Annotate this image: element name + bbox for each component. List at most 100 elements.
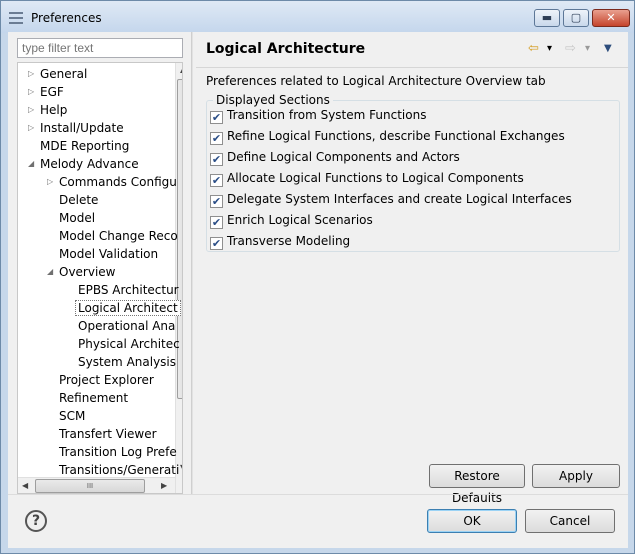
- tree-item-label: SCM: [59, 409, 86, 423]
- expand-arrow-icon[interactable]: ▷: [28, 83, 38, 101]
- tree-item[interactable]: ▷ Commands Configu: [47, 173, 177, 191]
- tree-item[interactable]: Model Validation: [59, 245, 158, 263]
- tree-item-label: Delete: [59, 193, 99, 207]
- tree-item-label: Operational Ana: [78, 319, 176, 333]
- panel-splitter[interactable]: [191, 32, 193, 494]
- dialog-client-area: ▲ ▼ ◀ III ▶ ▷General▷EGF▷Help▷Install/Up…: [8, 32, 628, 548]
- cancel-button[interactable]: Cancel: [525, 509, 615, 533]
- tree-item[interactable]: Logical Architect: [75, 299, 181, 317]
- collapse-arrow-icon[interactable]: ◢: [47, 263, 57, 281]
- collapse-arrow-icon[interactable]: ◢: [28, 155, 38, 173]
- close-button[interactable]: ✕: [592, 9, 630, 27]
- tree-item[interactable]: Model Change Reco: [59, 227, 178, 245]
- tree-item-label: Project Explorer: [59, 373, 154, 387]
- filter-input[interactable]: [17, 38, 183, 58]
- preferences-window: Preferences ▬ ▢ ✕ ▲ ▼ ◀ III ▶ ▷General▷E…: [0, 0, 635, 554]
- scroll-down-arrow-icon[interactable]: ▼: [180, 463, 182, 472]
- tree-item[interactable]: Delete: [59, 191, 98, 209]
- section-label: Refine Logical Functions, describe Funct…: [227, 129, 565, 143]
- section-label: Allocate Logical Functions to Logical Co…: [227, 171, 524, 185]
- tree-item-label: Transfert Viewer: [59, 427, 157, 441]
- tree-item[interactable]: ▷ Install/Update: [28, 119, 124, 137]
- preference-tree: ▲ ▼ ◀ III ▶ ▷General▷EGF▷Help▷Install/Up…: [17, 62, 183, 494]
- checkbox[interactable]: ✔: [210, 111, 223, 124]
- ok-button[interactable]: OK: [427, 509, 517, 533]
- scroll-up-arrow-icon[interactable]: ▲: [180, 65, 182, 74]
- back-history-chevron-down-icon[interactable]: ▾: [547, 43, 552, 54]
- view-menu-icon[interactable]: ▼: [604, 43, 612, 54]
- section-checkbox-row[interactable]: ✔ Refine Logical Functions, describe Func…: [210, 127, 565, 145]
- title-bar[interactable]: Preferences ▬ ▢ ✕: [1, 1, 634, 33]
- checkbox[interactable]: ✔: [210, 195, 223, 208]
- section-label: Transition from System Functions: [227, 108, 427, 122]
- expand-arrow-icon[interactable]: ▷: [28, 119, 38, 137]
- tree-horizontal-scroll-thumb[interactable]: III: [35, 479, 145, 493]
- checkbox[interactable]: ✔: [210, 153, 223, 166]
- window-title: Preferences: [31, 11, 102, 25]
- tree-item-label: Melody Advance: [40, 157, 139, 171]
- forward-history-chevron-down-icon[interactable]: ▾: [585, 43, 590, 54]
- tree-item[interactable]: ◢ Overview: [47, 263, 116, 281]
- section-checkbox-row[interactable]: ✔ Enrich Logical Scenarios: [210, 211, 373, 229]
- tree-item[interactable]: Model: [59, 209, 95, 227]
- section-checkbox-row[interactable]: ✔ Allocate Logical Functions to Logical C…: [210, 169, 524, 187]
- scroll-right-arrow-icon[interactable]: ▶: [161, 481, 167, 490]
- section-label: Delegate System Interfaces and create Lo…: [227, 192, 572, 206]
- expand-arrow-icon[interactable]: ▷: [47, 173, 57, 191]
- checkbox[interactable]: ✔: [210, 174, 223, 187]
- section-label: Enrich Logical Scenarios: [227, 213, 373, 227]
- checkbox[interactable]: ✔: [210, 237, 223, 250]
- tree-vertical-scrollbar[interactable]: ▲ ▼: [175, 63, 182, 493]
- scroll-left-arrow-icon[interactable]: ◀: [22, 481, 28, 490]
- apply-button[interactable]: Apply: [532, 464, 620, 488]
- tree-item-label: Model: [59, 211, 96, 225]
- group-label: Displayed Sections: [213, 93, 333, 107]
- section-checkbox-row[interactable]: ✔ Define Logical Components and Actors: [210, 148, 460, 166]
- tree-item[interactable]: Transfert Viewer: [59, 425, 157, 443]
- page-title: Logical Architecture: [206, 41, 366, 57]
- checkbox[interactable]: ✔: [210, 216, 223, 229]
- tree-item[interactable]: Physical Architec: [78, 335, 180, 353]
- expand-arrow-icon[interactable]: ▷: [28, 65, 38, 83]
- tree-item-label: Refinement: [59, 391, 129, 405]
- tree-item-label: Transition Log Prefe: [59, 445, 177, 459]
- checkbox[interactable]: ✔: [210, 132, 223, 145]
- section-checkbox-row[interactable]: ✔ Transition from System Functions: [210, 106, 426, 124]
- tree-horizontal-scrollbar[interactable]: ◀ III ▶: [18, 477, 175, 493]
- tree-item[interactable]: Transition Log Prefe: [59, 443, 177, 461]
- tree-item[interactable]: ◢ Melody Advance: [28, 155, 139, 173]
- section-checkbox-row[interactable]: ✔ Delegate System Interfaces and create L…: [210, 190, 572, 208]
- tree-item[interactable]: Refinement: [59, 389, 128, 407]
- tree-item-label: MDE Reporting: [40, 139, 130, 153]
- tree-item-label: Logical Architect: [75, 300, 181, 316]
- tree-item[interactable]: Transitions/Generati: [59, 461, 179, 479]
- tree-item-label: Transitions/Generati: [59, 463, 180, 477]
- tree-item-label: System Analysis: [78, 355, 177, 369]
- tree-item-label: EGF: [40, 85, 64, 99]
- help-icon[interactable]: ?: [25, 510, 47, 532]
- tree-item[interactable]: ▷ General: [28, 65, 88, 83]
- forward-arrow-icon[interactable]: ⇨: [565, 41, 576, 56]
- tree-item[interactable]: System Analysis: [78, 353, 176, 371]
- tree-item[interactable]: ▷ Help: [28, 101, 67, 119]
- tree-item-label: Overview: [59, 265, 116, 279]
- tree-item-label: Install/Update: [40, 121, 124, 135]
- tree-item[interactable]: Operational Ana: [78, 317, 175, 335]
- tree-item-label: General: [40, 67, 88, 81]
- back-arrow-icon[interactable]: ⇦: [528, 41, 539, 56]
- tree-item[interactable]: MDE Reporting: [40, 137, 129, 155]
- title-separator: [196, 67, 628, 68]
- restore-defaults-button[interactable]: Restore Defaults: [429, 464, 525, 505]
- maximize-button[interactable]: ▢: [563, 9, 589, 27]
- section-checkbox-row[interactable]: ✔ Transverse Modeling: [210, 232, 350, 250]
- tree-item-label: Commands Configu: [59, 175, 177, 189]
- minimize-button[interactable]: ▬: [534, 9, 560, 27]
- tree-item[interactable]: ▷ EGF: [28, 83, 64, 101]
- expand-arrow-icon[interactable]: ▷: [28, 101, 38, 119]
- tree-item-label: Physical Architec: [78, 337, 180, 351]
- section-label: Define Logical Components and Actors: [227, 150, 460, 164]
- tree-item[interactable]: Project Explorer: [59, 371, 154, 389]
- tree-item[interactable]: EPBS Architectur: [78, 281, 179, 299]
- tree-item[interactable]: SCM: [59, 407, 85, 425]
- tree-item-label: EPBS Architectur: [78, 283, 179, 297]
